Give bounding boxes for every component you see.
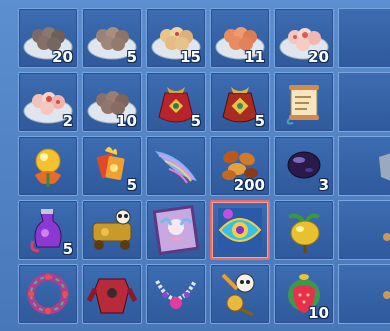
- inventory-slot-15[interactable]: 3: [274, 136, 334, 196]
- inventory-slot-7[interactable]: 10: [82, 72, 142, 132]
- inventory-slot-2[interactable]: 5: [82, 8, 142, 68]
- item-count: 5: [126, 48, 137, 66]
- inventory-slot-22[interactable]: [82, 264, 142, 324]
- partial-slot[interactable]: [338, 264, 390, 324]
- inventory-slot-6[interactable]: 2: [18, 72, 78, 132]
- inventory-slot-21[interactable]: [18, 264, 78, 324]
- inventory-slot-20[interactable]: [274, 200, 334, 260]
- inventory-slot-3[interactable]: 15: [146, 8, 206, 68]
- fairy-portrait-frame-icon: [152, 204, 200, 256]
- inventory-slot-23[interactable]: [146, 264, 206, 324]
- spiked-wreath-icon: [27, 273, 69, 315]
- scroll-icon: [286, 85, 319, 125]
- item-count: 15: [180, 48, 201, 66]
- inventory-slot-14[interactable]: 200: [210, 136, 270, 196]
- item-count: 5: [254, 112, 265, 130]
- inventory-slot-11[interactable]: [18, 136, 78, 196]
- golden-treasure-cart-icon: [92, 209, 132, 250]
- partial-item-icon: [383, 233, 390, 241]
- partial-item-icon: [379, 153, 390, 181]
- inventory-slot-8[interactable]: 5: [146, 72, 206, 132]
- inventory-slot-12[interactable]: 5: [82, 136, 142, 196]
- partial-slot[interactable]: [338, 72, 390, 132]
- inventory-slot-9[interactable]: 5: [210, 72, 270, 132]
- item-count: 20: [52, 48, 73, 66]
- item-count: 200: [233, 176, 265, 194]
- inventory-slot-24[interactable]: [210, 264, 270, 324]
- item-count: 3: [318, 176, 329, 194]
- inventory-slot-19-selected[interactable]: [210, 200, 270, 260]
- item-count: 10: [308, 304, 329, 322]
- item-count: 20: [308, 48, 329, 66]
- feather-plume-icon: [155, 151, 197, 184]
- partial-slot[interactable]: [338, 136, 390, 196]
- inventory-grid: 20 5 15 11 20 2 10 5 5 5 200 3 5 10: [18, 8, 334, 324]
- inventory-slot-18[interactable]: [146, 200, 206, 260]
- next-column-partial: [338, 8, 390, 331]
- item-count: 11: [244, 48, 265, 66]
- eye-medallion-icon: [218, 208, 262, 252]
- inventory-slot-1[interactable]: 20: [18, 8, 78, 68]
- golden-fruit-icon: [288, 213, 320, 253]
- inventory-slot-5[interactable]: 20: [274, 8, 334, 68]
- red-armor-icon: [86, 278, 138, 314]
- inventory-slot-13[interactable]: [146, 136, 206, 196]
- pearl-necklace-icon: [155, 280, 197, 309]
- partial-slot[interactable]: [338, 200, 390, 260]
- item-count: 5: [190, 112, 201, 130]
- inventory-slot-10[interactable]: [274, 72, 334, 132]
- inventory-slot-25[interactable]: 10: [274, 264, 334, 324]
- golden-flower-orb-icon: [35, 148, 61, 187]
- inventory-slot-4[interactable]: 11: [210, 8, 270, 68]
- inventory-slot-16[interactable]: 5: [18, 200, 78, 260]
- partial-slot[interactable]: [338, 8, 390, 68]
- partial-item-icon: [383, 291, 390, 299]
- item-count: 10: [116, 112, 137, 130]
- inventory-slot-17[interactable]: [82, 200, 142, 260]
- item-count: 5: [62, 240, 73, 258]
- item-count: 5: [126, 176, 137, 194]
- panda-scepter-icon: [221, 273, 255, 317]
- inventory-panel: 20 5 15 11 20 2 10 5 5 5 200 3 5 10: [0, 0, 390, 331]
- item-count: 2: [62, 112, 73, 130]
